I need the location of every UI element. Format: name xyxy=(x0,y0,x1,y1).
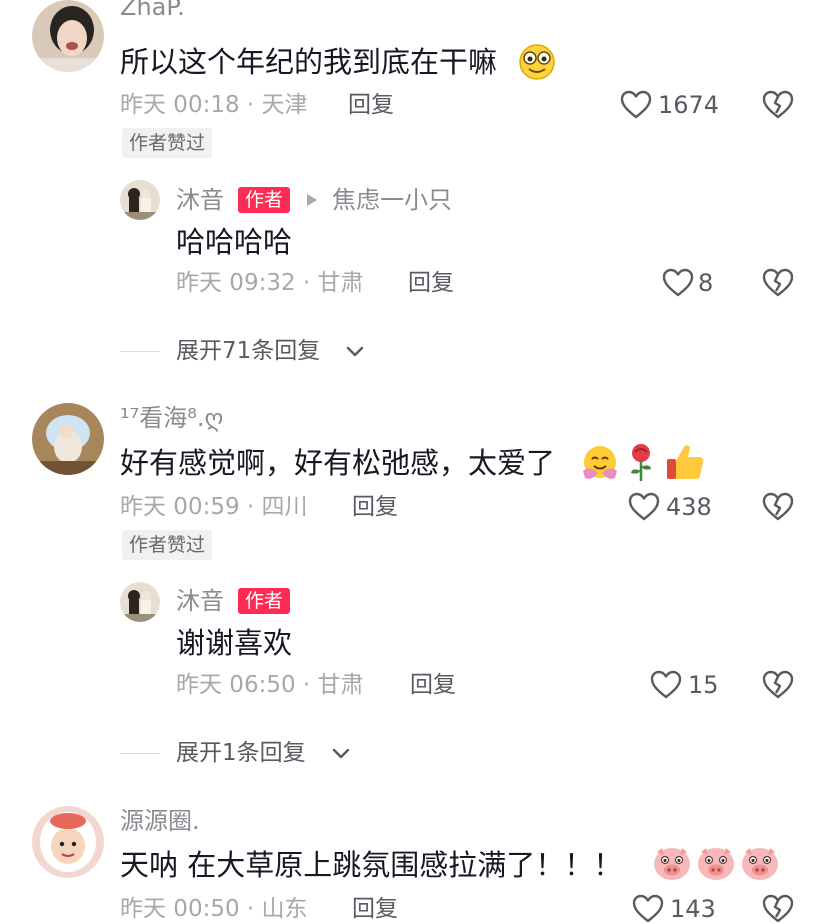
rose-emoji-icon xyxy=(631,444,651,481)
comment-text: 好有感觉啊，好有松弛感，太爱了 xyxy=(120,446,556,480)
avatar[interactable] xyxy=(120,582,160,622)
author-tag: 作者 xyxy=(238,588,291,614)
username[interactable]: ZhaP. xyxy=(120,0,185,22)
heart-outline-icon[interactable] xyxy=(620,90,652,120)
timestamp: 昨天 09:32 xyxy=(176,270,296,296)
location: · 甘肃 xyxy=(302,672,364,698)
comment-meta: 昨天 00:59 · 四川 xyxy=(120,492,308,522)
expand-replies-label[interactable]: 展开1条回复 xyxy=(176,738,306,768)
broken-heart-icon[interactable] xyxy=(762,268,794,298)
pig-face-emoji-icon xyxy=(698,848,734,880)
like-count: 438 xyxy=(666,493,712,521)
reply-button[interactable]: 回复 xyxy=(352,492,398,522)
timestamp: 昨天 06:50 xyxy=(176,672,296,698)
avatar[interactable] xyxy=(32,0,104,72)
broken-heart-icon[interactable] xyxy=(762,492,794,522)
comment-meta: 昨天 00:50 · 山东 xyxy=(120,894,308,924)
author-liked-tag: 作者赞过 xyxy=(122,530,213,560)
location: · 天津 xyxy=(246,92,308,118)
like-count: 15 xyxy=(688,671,719,699)
heart-outline-icon[interactable] xyxy=(632,894,664,924)
comment-text: 所以这个年纪的我到底在干嘛 xyxy=(120,45,498,79)
reply-button[interactable]: 回复 xyxy=(408,268,454,298)
heart-outline-icon[interactable] xyxy=(662,268,694,298)
reply-text: 谢谢喜欢 xyxy=(176,626,293,660)
chevron-down-icon[interactable] xyxy=(346,346,364,358)
divider xyxy=(120,753,160,754)
reply-button[interactable]: 回复 xyxy=(348,90,394,120)
heart-outline-icon[interactable] xyxy=(628,492,660,522)
pig-face-emoji-icon xyxy=(742,848,778,880)
username[interactable]: 源源圈. xyxy=(120,806,200,836)
thumbs-up-emoji-icon xyxy=(667,445,704,479)
heart-outline-icon[interactable] xyxy=(650,670,682,700)
chevron-down-icon[interactable] xyxy=(332,748,350,760)
location: · 山东 xyxy=(246,896,308,922)
play-triangle-icon xyxy=(307,194,317,206)
reply-to-username[interactable]: 焦虑一小只 xyxy=(332,185,452,215)
reply-text: 哈哈哈哈 xyxy=(176,225,293,259)
broken-heart-icon[interactable] xyxy=(762,90,794,120)
smiling-face-emoji-icon xyxy=(519,44,555,80)
broken-heart-icon[interactable] xyxy=(762,894,794,922)
like-count: 8 xyxy=(698,269,714,297)
timestamp: 昨天 00:50 xyxy=(120,896,240,922)
reply-button[interactable]: 回复 xyxy=(352,894,398,924)
timestamp: 昨天 00:59 xyxy=(120,494,240,520)
avatar[interactable] xyxy=(32,806,104,878)
broken-heart-icon[interactable] xyxy=(762,670,794,700)
avatar[interactable] xyxy=(32,403,104,475)
expand-replies-label[interactable]: 展开71条回复 xyxy=(176,336,320,366)
username[interactable]: 沐音 xyxy=(176,185,224,215)
reply-meta: 昨天 06:50 · 甘肃 xyxy=(176,670,364,700)
username[interactable]: 沐音 xyxy=(176,586,224,616)
like-count: 1674 xyxy=(658,91,720,119)
comment-text: 天呐 在大草原上跳氛围感拉满了！！！ xyxy=(120,848,623,882)
pig-face-emoji-icon xyxy=(654,848,690,880)
author-tag: 作者 xyxy=(238,187,291,213)
location: · 甘肃 xyxy=(302,270,364,296)
avatar[interactable] xyxy=(120,180,160,220)
reply-meta: 昨天 09:32 · 甘肃 xyxy=(176,268,364,298)
hugging-face-emoji-icon xyxy=(583,446,617,479)
timestamp: 昨天 00:18 xyxy=(120,92,240,118)
location: · 四川 xyxy=(246,494,308,520)
divider xyxy=(120,351,160,352)
author-liked-tag: 作者赞过 xyxy=(122,128,213,158)
reply-button[interactable]: 回复 xyxy=(410,670,456,700)
like-count: 143 xyxy=(670,895,716,923)
username[interactable]: ¹⁷看海⁸.ღ xyxy=(120,403,223,433)
comment-meta: 昨天 00:18 · 天津 xyxy=(120,90,308,120)
